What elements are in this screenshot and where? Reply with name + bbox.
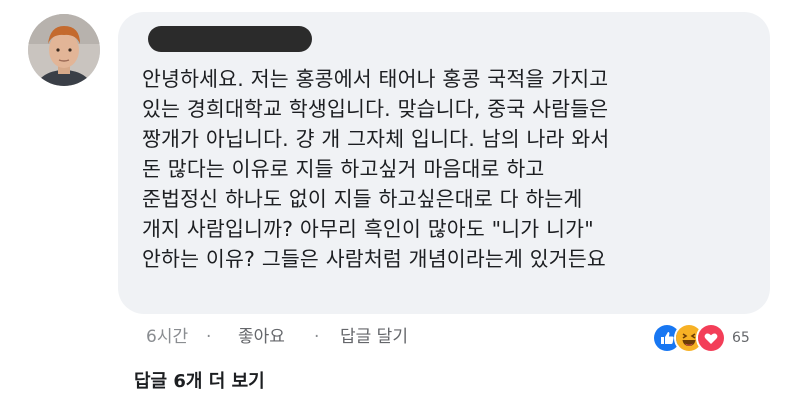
comment-line: 준법정신 하나도 없이 지들 하고싶은대로 다 하는게 xyxy=(142,187,583,211)
comment-line: 돈 많다는 이유로 지들 하고싶거 마음대로 하고 xyxy=(142,157,545,181)
avatar-photo xyxy=(28,14,100,86)
view-more-replies-link[interactable]: 답글 6개 더 보기 xyxy=(134,366,265,398)
redacted-author-name[interactable] xyxy=(148,26,312,52)
comment-line: 개지 사람입니까? 아무리 흑인이 많아도 "니가 니가" xyxy=(142,217,594,241)
comment-line: 안하는 이유? 그들은 사람처럼 개념이라는게 있거든요 xyxy=(142,247,606,271)
separator-dot: · xyxy=(314,327,320,347)
avatar[interactable] xyxy=(28,14,100,86)
comment-bubble: 안녕하세요. 저는 홍콩에서 태어나 홍콩 국적을 가지고 있는 경희대학교 학… xyxy=(118,12,770,314)
like-button[interactable]: 좋아요 xyxy=(238,322,285,352)
separator-dot: · xyxy=(206,327,212,347)
comment-line: 짱개가 아닙니다. 걍 개 그자체 입니다. 남의 나라 와서 xyxy=(142,127,610,151)
reply-button[interactable]: 답글 달기 xyxy=(340,322,408,352)
comment-line: 있는 경희대학교 학생입니다. 맞습니다, 중국 사람들은 xyxy=(142,97,609,121)
love-icon xyxy=(696,323,726,353)
reaction-count: 65 xyxy=(732,330,750,346)
timestamp[interactable]: 6시간 xyxy=(146,322,188,352)
comment-text: 안녕하세요. 저는 홍콩에서 태어나 홍콩 국적을 가지고 있는 경희대학교 학… xyxy=(142,64,762,274)
reaction-summary[interactable]: 65 xyxy=(652,323,750,353)
comment-actions: 6시간 · 좋아요 · 답글 달기 65 xyxy=(0,322,800,354)
comment-line: 안녕하세요. 저는 홍콩에서 태어나 홍콩 국적을 가지고 xyxy=(142,67,609,91)
